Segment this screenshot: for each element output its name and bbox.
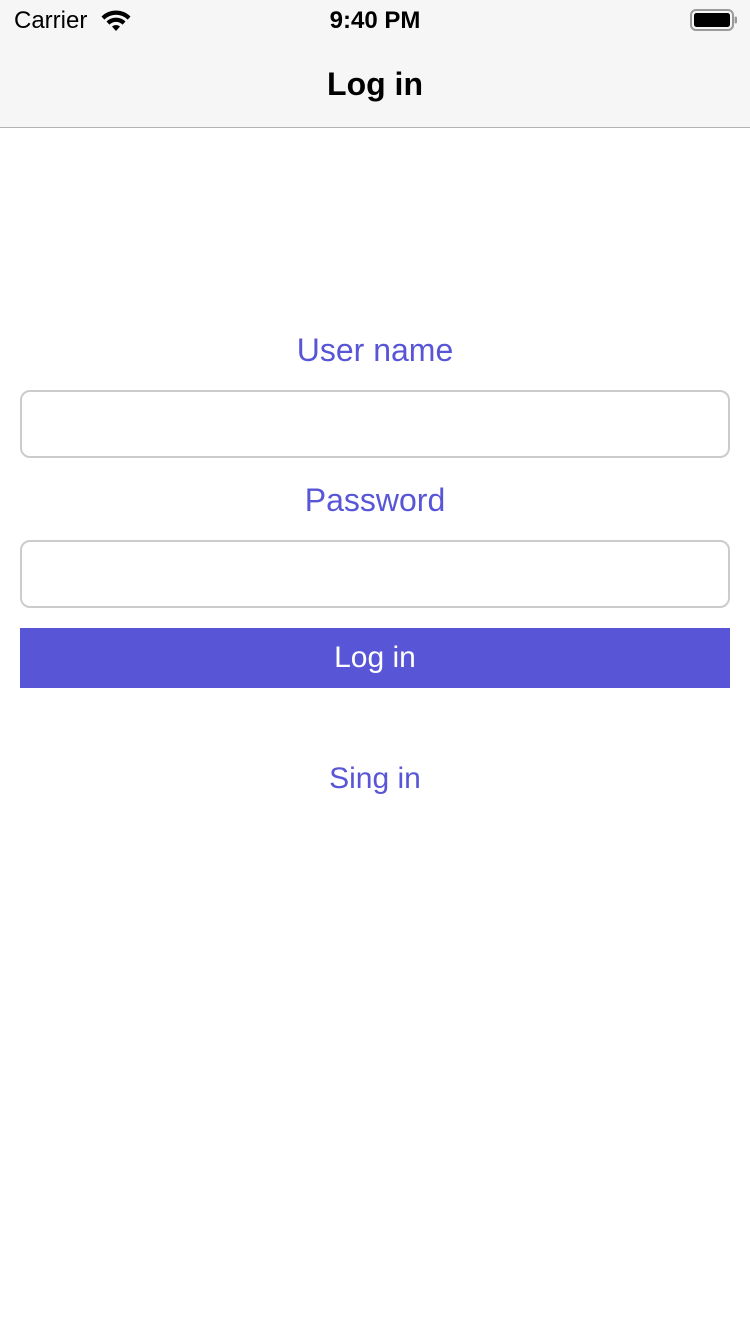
password-field[interactable] xyxy=(20,540,730,608)
login-screen: Carrier 9:40 PM Log in User name Passwor… xyxy=(0,0,750,1334)
top-bar: Carrier 9:40 PM Log in xyxy=(0,0,750,128)
username-field[interactable] xyxy=(20,390,730,458)
status-time: 9:40 PM xyxy=(329,7,421,34)
page-title: Log in xyxy=(327,66,423,102)
username-label: User name xyxy=(296,332,454,368)
password-label: Password xyxy=(304,482,446,518)
battery-icon xyxy=(690,9,737,31)
login-button[interactable]: Log in xyxy=(20,628,730,688)
signin-link[interactable]: Sing in xyxy=(0,760,750,798)
